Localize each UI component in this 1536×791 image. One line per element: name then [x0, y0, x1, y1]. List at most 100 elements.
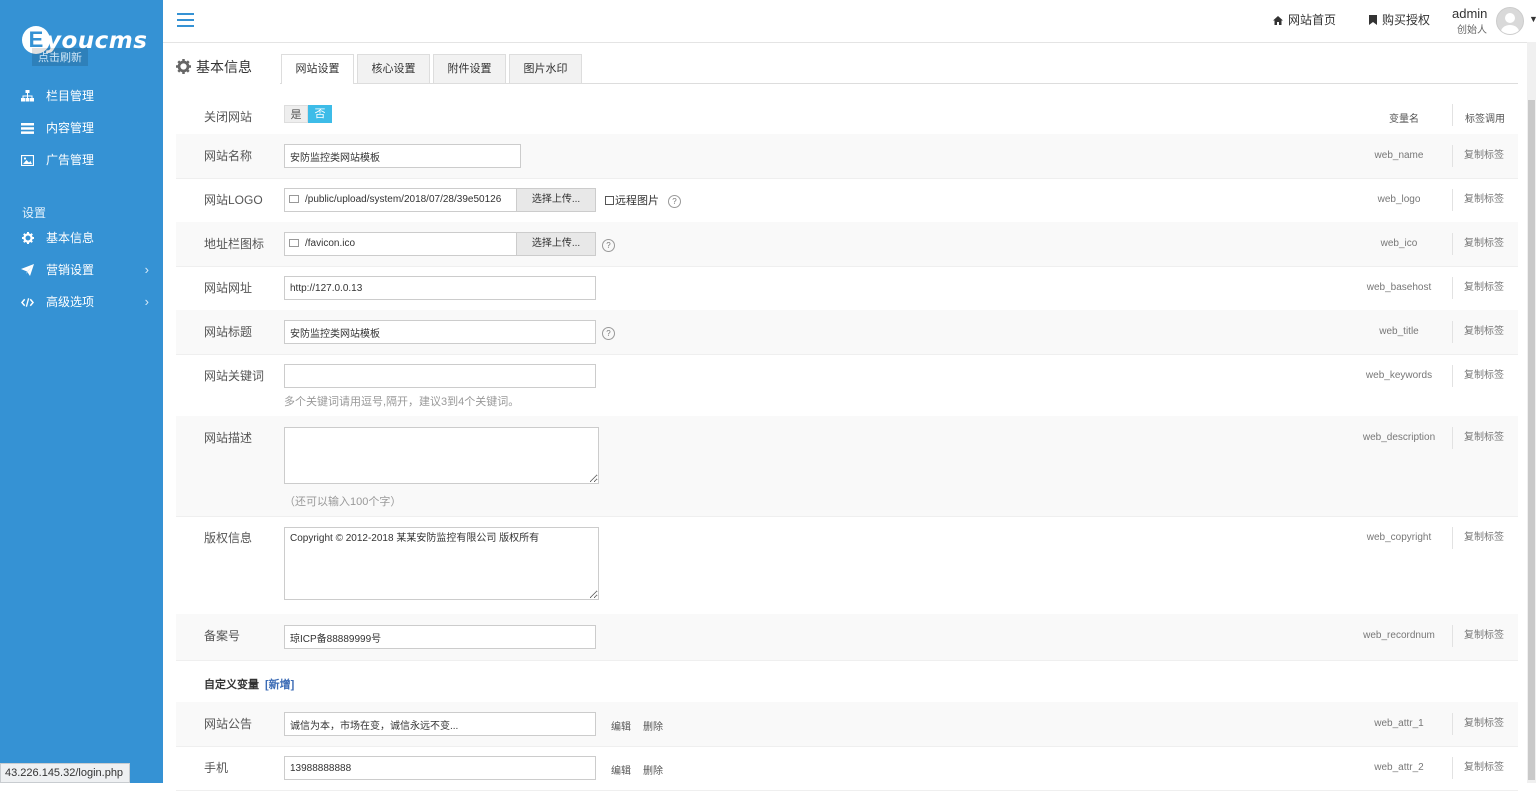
- column-divider: [1452, 104, 1453, 126]
- edit-link[interactable]: 编辑: [611, 718, 631, 733]
- var-name: web_logo: [1346, 189, 1453, 211]
- var-name: web_recordnum: [1346, 625, 1453, 647]
- copy-tag-button[interactable]: 复制标签: [1464, 625, 1504, 647]
- help-icon[interactable]: ?: [602, 327, 615, 340]
- row-web-title: 网站标题 ? web_title 复制标签: [176, 310, 1518, 355]
- sidebar-item-advanced[interactable]: 高级选项 ›: [0, 290, 163, 314]
- column-header-var-name: 变量名: [1389, 114, 1419, 125]
- delete-link[interactable]: 删除: [643, 762, 663, 777]
- sidebar-item-basic-info[interactable]: 基本信息: [0, 226, 163, 250]
- image-icon: [21, 154, 34, 166]
- chevron-right-icon: ›: [144, 262, 149, 277]
- top-bar: 网站首页 购买授权 admin 创始人 ▼: [163, 0, 1536, 43]
- toggle-yes[interactable]: 是: [284, 105, 308, 123]
- copy-tag-button[interactable]: 复制标签: [1464, 145, 1504, 167]
- copy-tag-button[interactable]: 复制标签: [1464, 713, 1504, 735]
- buy-license-link[interactable]: 购买授权: [1369, 11, 1430, 28]
- sidebar-item-columns[interactable]: 栏目管理: [0, 84, 163, 108]
- sitemap-icon: [21, 90, 34, 102]
- copy-tag-button[interactable]: 复制标签: [1464, 527, 1504, 549]
- sidebar-item-content[interactable]: 内容管理: [0, 116, 163, 140]
- toggle-no[interactable]: 否: [308, 105, 332, 123]
- checkbox-box[interactable]: [605, 196, 614, 205]
- gear-icon: [21, 232, 34, 244]
- row-label: 网站网址: [204, 281, 253, 295]
- custom-variable-row: 手机 编辑 删除 web_attr_2 复制标签: [176, 746, 1518, 791]
- close-site-toggle[interactable]: 是 否: [284, 105, 332, 123]
- row-web-basehost: 网站网址 web_basehost 复制标签: [176, 266, 1518, 311]
- var-name: web_name: [1346, 145, 1453, 167]
- var-name: web_description: [1346, 427, 1453, 449]
- row-label: 网站名称: [204, 149, 253, 163]
- row-web-copyright: 版权信息 Copyright © 2012-2018 某某安防监控有限公司 版权…: [176, 516, 1518, 615]
- avatar[interactable]: [1496, 7, 1524, 35]
- web-basehost-input[interactable]: [284, 276, 596, 300]
- row-web-keywords: 网站关键词 多个关键词请用逗号,隔开，建议3到4个关键词。 web_keywor…: [176, 354, 1518, 417]
- tab-site-settings[interactable]: 网站设置: [281, 54, 354, 84]
- page-title: 基本信息: [176, 57, 252, 77]
- web-recordnum-input[interactable]: [284, 625, 596, 649]
- user-name[interactable]: admin: [1452, 6, 1487, 21]
- copy-tag-button[interactable]: 复制标签: [1464, 233, 1504, 255]
- sidebar-section-settings: 设置: [22, 206, 47, 220]
- copy-tag-button[interactable]: 复制标签: [1464, 189, 1504, 211]
- sidebar-item-ads[interactable]: 广告管理: [0, 148, 163, 172]
- row-label: 网站标题: [204, 325, 253, 339]
- web-name-input[interactable]: [284, 144, 521, 168]
- web-keywords-input[interactable]: [284, 364, 596, 388]
- row-web-recordnum: 备案号 web_recordnum 复制标签: [176, 614, 1518, 661]
- chevron-right-icon: ›: [144, 294, 149, 309]
- var-name: web_attr_2: [1346, 757, 1453, 779]
- copy-tag-button[interactable]: 复制标签: [1464, 321, 1504, 343]
- logo-refresh-label[interactable]: 点击刷新: [32, 48, 88, 66]
- image-icon: [289, 195, 299, 203]
- web-copyright-textarea[interactable]: Copyright © 2012-2018 某某安防监控有限公司 版权所有: [284, 527, 599, 600]
- web-ico-upload-button[interactable]: 选择上传...: [516, 232, 596, 256]
- var-name: web_copyright: [1346, 527, 1453, 549]
- sidebar-item-marketing[interactable]: 营销设置 ›: [0, 258, 163, 282]
- gear-icon: [176, 59, 191, 77]
- edit-link[interactable]: 编辑: [611, 762, 631, 777]
- custom-variables-header: 自定义变量 [新增]: [176, 660, 1518, 703]
- help-icon[interactable]: ?: [602, 239, 615, 252]
- sidebar-item-label: 内容管理: [46, 121, 95, 135]
- copy-tag-button[interactable]: 复制标签: [1464, 365, 1504, 387]
- copy-tag-button[interactable]: 复制标签: [1464, 427, 1504, 449]
- custom-variable-input[interactable]: [284, 712, 596, 736]
- copy-tag-button[interactable]: 复制标签: [1464, 757, 1504, 779]
- row-close-site: 关闭网站 是 否 变量名 标签调用: [176, 92, 1518, 135]
- web-ico-input[interactable]: /favicon.ico: [284, 232, 518, 256]
- web-keywords-hint: 多个关键词请用逗号,隔开，建议3到4个关键词。: [284, 396, 520, 408]
- caret-down-icon[interactable]: ▼: [1529, 14, 1536, 24]
- var-name: web_ico: [1346, 233, 1453, 255]
- tab-watermark[interactable]: 图片水印: [509, 54, 582, 83]
- help-icon[interactable]: ?: [668, 195, 681, 208]
- paper-plane-icon: [21, 264, 34, 276]
- row-web-description: 网站描述 （还可以输入100个字） web_description 复制标签: [176, 416, 1518, 517]
- sidebar-item-label: 营销设置: [46, 263, 95, 277]
- home-link[interactable]: 网站首页: [1273, 11, 1336, 28]
- web-title-input[interactable]: [284, 320, 596, 344]
- tab-attachment-settings[interactable]: 附件设置: [433, 54, 506, 83]
- sidebar: E youcms 点击刷新 栏目管理 内容管理 广告管理 设置 基本信息 营销设…: [0, 0, 163, 783]
- menu-toggle-icon[interactable]: [177, 13, 194, 28]
- copy-tag-button[interactable]: 复制标签: [1464, 277, 1504, 299]
- delete-link[interactable]: 删除: [643, 718, 663, 733]
- bookmark-icon: [1369, 14, 1377, 28]
- scrollbar-track[interactable]: [1527, 42, 1536, 783]
- custom-variable-input[interactable]: [284, 756, 596, 780]
- row-web-ico: 地址栏图标 /favicon.ico 选择上传... ? web_ico 复制标…: [176, 222, 1518, 267]
- user-role: 创始人: [1457, 25, 1487, 36]
- web-logo-upload-button[interactable]: 选择上传...: [516, 188, 596, 212]
- web-description-textarea[interactable]: [284, 427, 599, 484]
- tab-core-settings[interactable]: 核心设置: [357, 54, 430, 83]
- remote-image-checkbox[interactable]: 远程图片: [605, 192, 659, 208]
- row-label: 网站公告: [204, 717, 253, 731]
- home-link-label: 网站首页: [1288, 13, 1337, 27]
- scrollbar-thumb[interactable]: [1528, 100, 1535, 780]
- logo[interactable]: E youcms 点击刷新: [22, 26, 152, 66]
- custom-variables-title-text: 自定义变量: [204, 679, 259, 691]
- row-label: 网站LOGO: [204, 193, 263, 207]
- web-logo-input[interactable]: /public/upload/system/2018/07/28/39e5012…: [284, 188, 518, 212]
- add-variable-link[interactable]: [新增]: [265, 679, 294, 691]
